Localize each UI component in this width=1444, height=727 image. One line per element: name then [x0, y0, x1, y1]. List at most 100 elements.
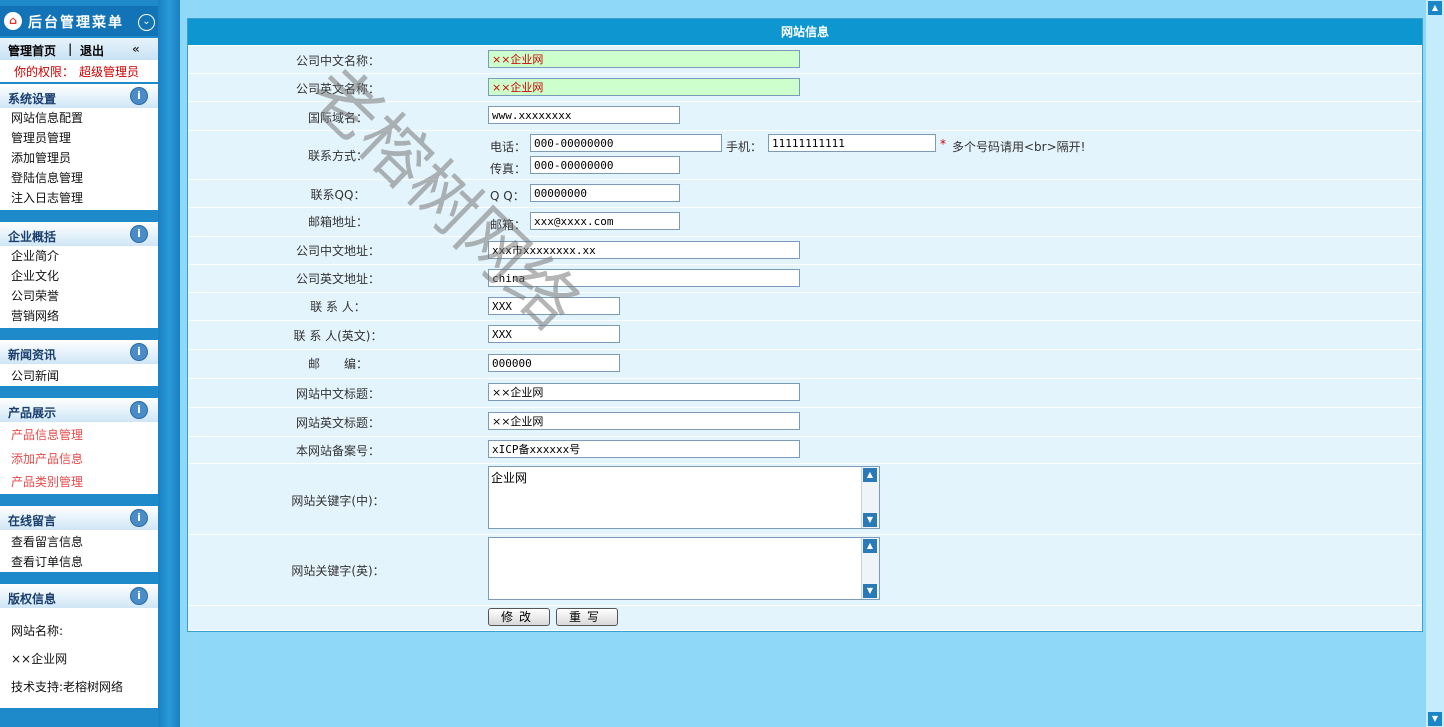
scrollbar[interactable]: ▲ ▼ — [861, 467, 879, 528]
section-header[interactable]: 产品展示 i — [0, 398, 158, 422]
reset-button[interactable]: 重写 — [556, 608, 618, 626]
form-row: 网站关键字(中)： 企业网 ▲ ▼ — [188, 464, 1422, 535]
section-header[interactable]: 企业概括 i — [0, 222, 158, 246]
section-company-overview: 企业概括 i 企业简介 企业文化 公司荣誉 营销网络 — [0, 222, 158, 328]
en-title-input[interactable] — [488, 412, 800, 430]
scroll-down-icon[interactable]: ▼ — [863, 584, 877, 598]
scroll-up-icon[interactable]: ▲ — [863, 468, 877, 482]
sidebar-divider[interactable] — [158, 0, 180, 727]
scroll-up-icon[interactable]: ▲ — [863, 539, 877, 553]
en-addr-input[interactable] — [488, 269, 800, 287]
contact-label: 联系方式： — [307, 149, 368, 163]
form-row: 邮 编： — [188, 350, 1422, 379]
home-link[interactable]: 管理首页 — [8, 42, 56, 59]
info-icon: i — [130, 87, 148, 105]
email-input[interactable] — [530, 212, 680, 230]
kw-cn-label: 网站关键字(中)： — [291, 494, 385, 508]
info-icon: i — [130, 225, 148, 243]
form-row: 国际域名： — [188, 102, 1422, 131]
form-row: 网站关键字(英)： ▲ ▼ — [188, 535, 1422, 606]
menu-item-company-news[interactable]: 公司新闻 — [11, 367, 59, 384]
menu-item-company-culture[interactable]: 企业文化 — [11, 267, 59, 284]
form-row: 联 系 人： — [188, 293, 1422, 321]
required-star: * — [940, 137, 946, 151]
domain-label: 国际域名： — [307, 111, 368, 125]
menu-item-company-intro[interactable]: 企业简介 — [11, 247, 59, 264]
scrollbar[interactable]: ▲ ▼ — [861, 538, 879, 599]
person-input[interactable] — [488, 297, 620, 315]
zip-label: 邮 编： — [307, 357, 368, 371]
sidebar: ⌂ 后台管理菜单 ⌄ 管理首页 | 退出 « 你的权限： 超级管理员 系统设置 … — [0, 0, 180, 727]
person-en-input[interactable] — [488, 325, 620, 343]
domain-input[interactable] — [488, 106, 680, 124]
section-products: 产品展示 i 产品信息管理 添加产品信息 产品类别管理 — [0, 398, 158, 494]
button-row: 修改 重写 — [188, 606, 1422, 630]
info-icon: i — [130, 343, 148, 361]
menu-item-add-admin[interactable]: 添加管理员 — [11, 149, 71, 166]
cn-name-label: 公司中文名称： — [295, 54, 380, 68]
form-row: 网站英文标题： — [188, 408, 1422, 437]
menu-item-login-info[interactable]: 登陆信息管理 — [11, 169, 83, 186]
scroll-down-icon[interactable]: ▼ — [863, 513, 877, 527]
form-row: 联 系 人(英文)： — [188, 321, 1422, 350]
form-row: 联系QQ： Q Q： — [188, 180, 1422, 208]
section-title: 企业概括 — [8, 230, 57, 244]
menu-item-product-manage[interactable]: 产品信息管理 — [11, 426, 83, 443]
icp-input[interactable] — [488, 440, 800, 458]
form-row: 公司中文名称： — [188, 46, 1422, 74]
top-links-row: 管理首页 | 退出 « — [0, 38, 158, 60]
section-header[interactable]: 版权信息 i — [0, 584, 158, 608]
cn-name-input[interactable] — [488, 50, 800, 68]
person-label: 联 系 人： — [310, 300, 366, 314]
person-en-label: 联 系 人(英文)： — [293, 329, 383, 343]
info-icon: i — [130, 509, 148, 527]
page-scrollbar[interactable]: ▲ ▼ — [1426, 0, 1444, 727]
en-name-label: 公司英文名称： — [295, 82, 380, 96]
section-title: 在线留言 — [8, 514, 57, 528]
menu-item-admin-manage[interactable]: 管理员管理 — [11, 129, 71, 146]
form-row: 本网站备案号： — [188, 437, 1422, 464]
zip-input[interactable] — [488, 354, 620, 372]
main-content: 网站信息 公司中文名称： 公司英文名称： 国际域名： 联系方式： 电话： 手机：… — [184, 0, 1426, 727]
scroll-down-icon[interactable]: ▼ — [1428, 712, 1442, 726]
menu-item-injection-log[interactable]: 注入日志管理 — [11, 189, 83, 206]
fax-input[interactable] — [530, 156, 680, 174]
en-name-input[interactable] — [488, 78, 800, 96]
logout-link[interactable]: 退出 — [80, 42, 104, 59]
menu-item-add-product[interactable]: 添加产品信息 — [11, 450, 83, 467]
tel-input[interactable] — [530, 134, 722, 152]
menu-item-company-honor[interactable]: 公司荣誉 — [11, 287, 59, 304]
menu-item-view-messages[interactable]: 查看留言信息 — [11, 533, 83, 550]
scroll-up-icon[interactable]: ▲ — [1428, 1, 1442, 15]
section-header[interactable]: 系统设置 i — [0, 84, 158, 108]
section-header[interactable]: 在线留言 i — [0, 506, 158, 530]
section-title: 新闻资讯 — [8, 348, 57, 362]
kw-cn-textarea[interactable]: 企业网 ▲ ▼ — [488, 466, 880, 529]
form-row: 网站中文标题： — [188, 379, 1422, 408]
mobile-input[interactable] — [768, 134, 936, 152]
kw-en-textarea[interactable]: ▲ ▼ — [488, 537, 880, 600]
info-icon: i — [130, 401, 148, 419]
menu-item-product-category[interactable]: 产品类别管理 — [11, 473, 83, 490]
menu-item-sales-network[interactable]: 营销网络 — [11, 307, 59, 324]
submit-button[interactable]: 修改 — [488, 608, 550, 626]
kw-cn-value: 企业网 — [491, 471, 528, 485]
collapse-all-icon[interactable]: ⌄ — [138, 14, 155, 31]
sidebar-menu: ⌂ 后台管理菜单 ⌄ 管理首页 | 退出 « 你的权限： 超级管理员 系统设置 … — [0, 0, 158, 727]
cn-addr-label: 公司中文地址： — [295, 244, 380, 258]
en-addr-label: 公司英文地址： — [295, 272, 380, 286]
form-row: 邮箱地址： 邮箱： — [188, 208, 1422, 237]
top-links: 管理首页 | 退出 « 你的权限： 超级管理员 — [0, 38, 158, 82]
email-label: 邮箱地址： — [307, 215, 368, 229]
section-header[interactable]: 新闻资讯 i — [0, 340, 158, 364]
cn-title-input[interactable] — [488, 383, 800, 401]
qq-inline-label: Q Q： — [490, 189, 525, 203]
qq-input[interactable] — [530, 184, 680, 202]
collapse-sidebar-icon[interactable]: « — [132, 42, 140, 56]
cn-addr-input[interactable] — [488, 241, 800, 259]
menu-item-site-config[interactable]: 网站信息配置 — [11, 109, 83, 126]
section-news: 新闻资讯 i 公司新闻 — [0, 340, 158, 386]
menu-item-view-orders[interactable]: 查看订单信息 — [11, 553, 83, 570]
form-row: 联系方式： 电话： 手机： * 多个号码请用<br>隔开! 传真： — [188, 131, 1422, 180]
section-title: 版权信息 — [8, 592, 57, 606]
